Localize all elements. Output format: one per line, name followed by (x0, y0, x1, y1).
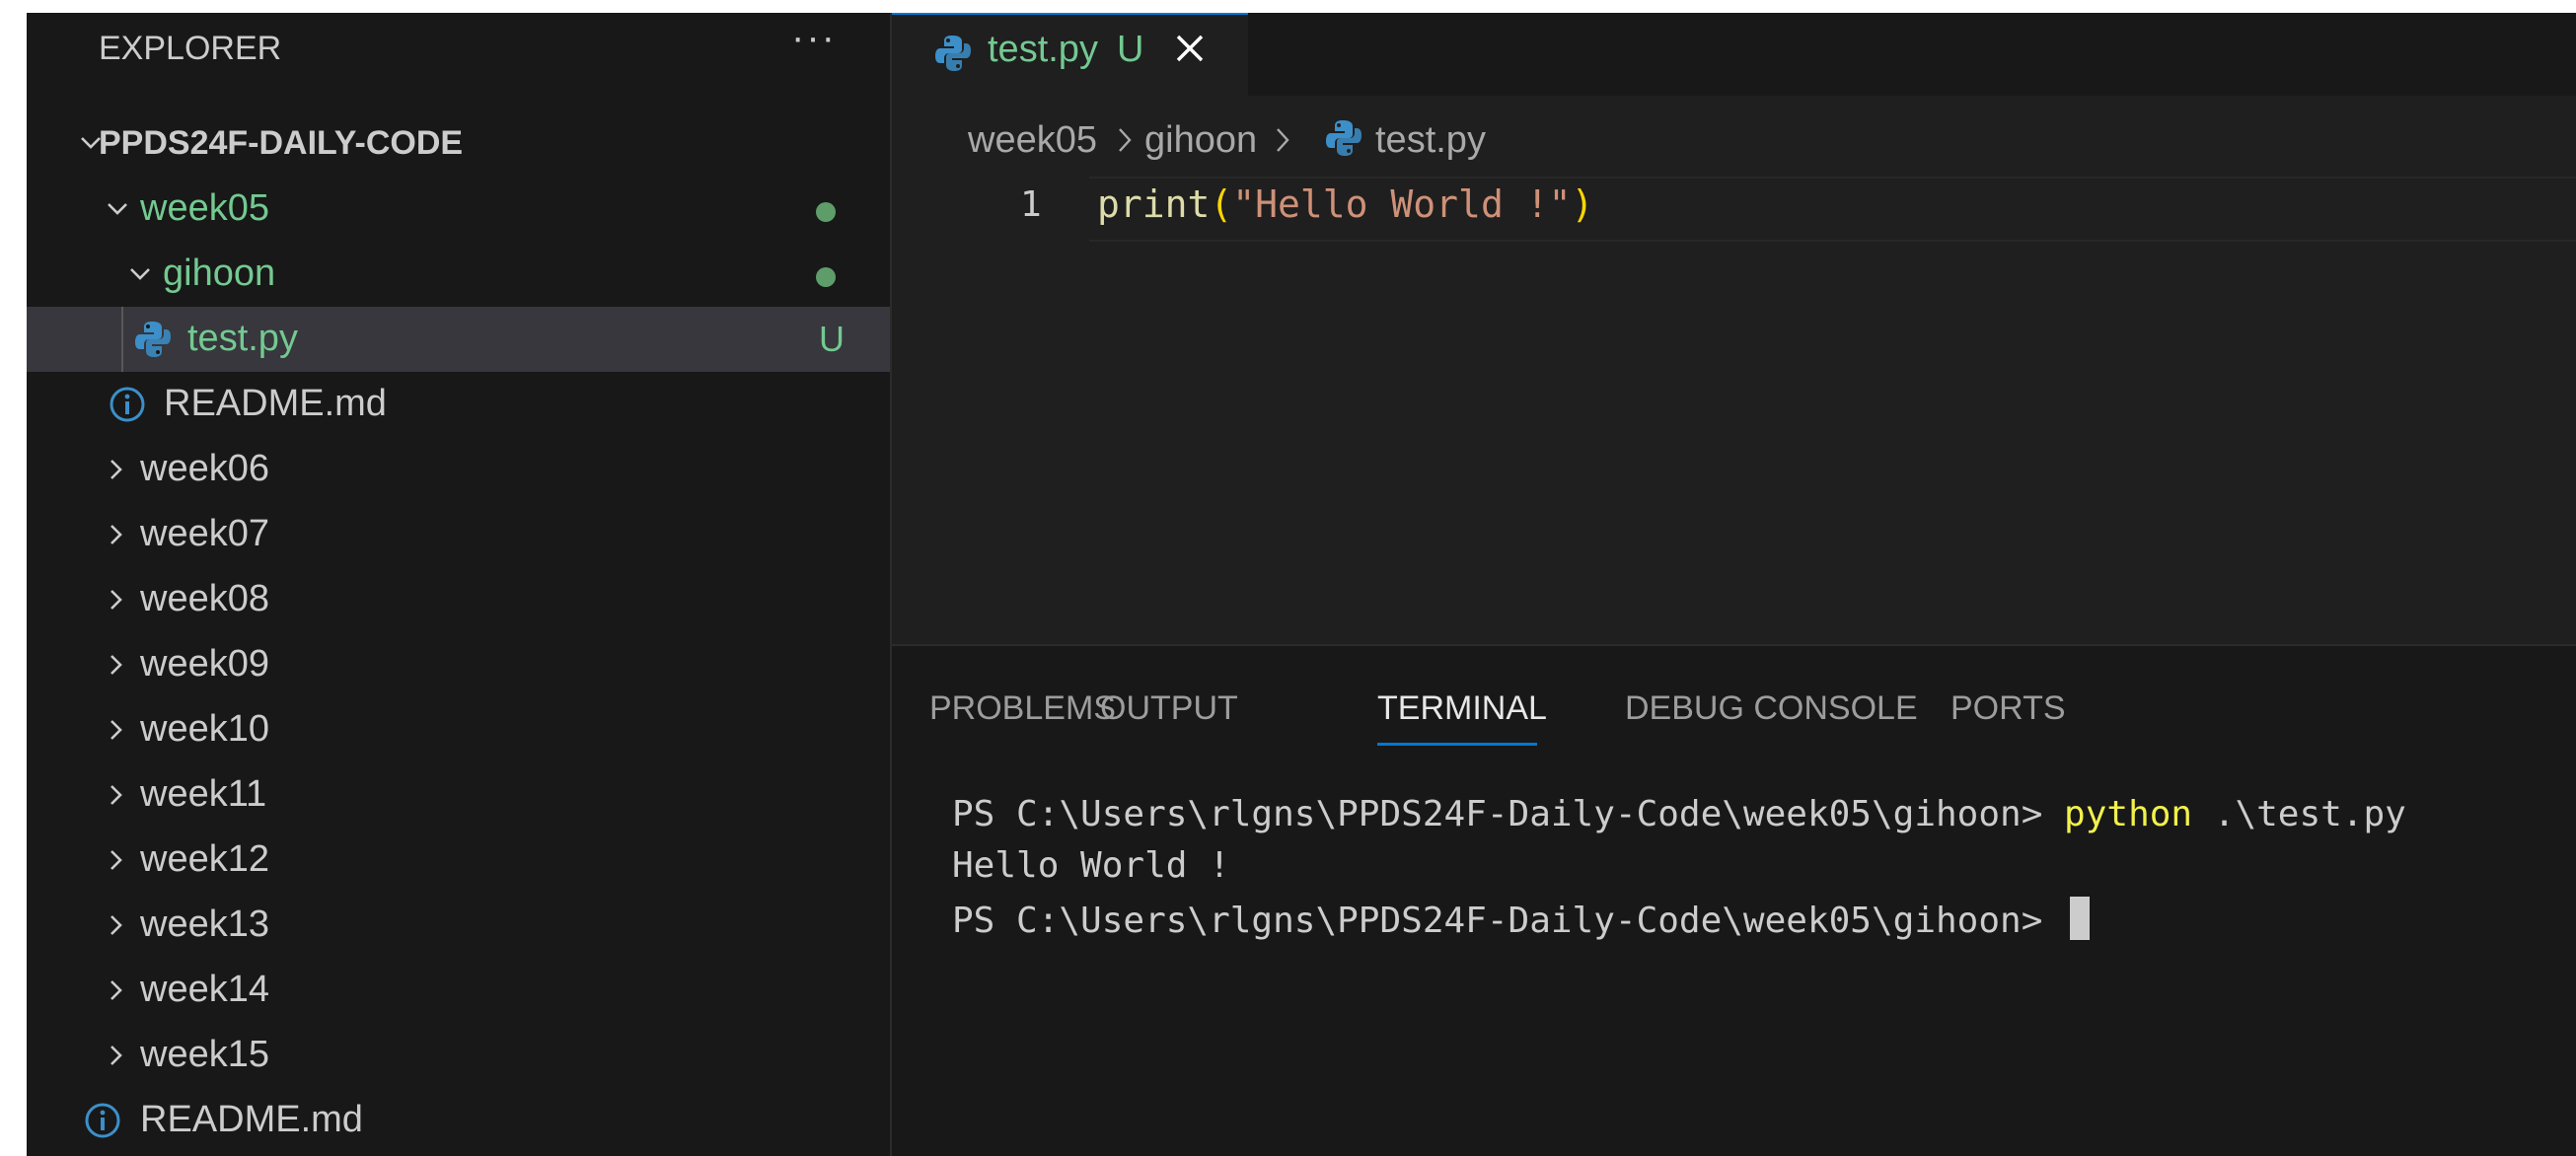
tree-item-label: week07 (140, 513, 269, 554)
tree-item-week06[interactable]: week06 (27, 437, 890, 502)
tree-item-test-py[interactable]: test.py U (27, 307, 890, 372)
editor-group: test.py U week05 gihoon test.py 1 print(… (892, 13, 2576, 644)
indent-guide (121, 307, 123, 372)
chevron-right-icon (96, 762, 135, 828)
tab-output[interactable]: OUTPUT (1100, 689, 1238, 728)
terminal-line[interactable]: PS C:\Users\rlgns\PPDS24F-Daily-Code\wee… (952, 897, 2091, 941)
code-token-paren: ) (1571, 182, 1594, 226)
terminal-args: .\test.py (2192, 794, 2406, 834)
tree-item-label: week11 (140, 773, 267, 815)
chevron-right-icon (96, 893, 135, 958)
close-icon[interactable] (1168, 27, 1212, 70)
chevron-right-icon (1270, 123, 1295, 157)
chevron-down-icon (98, 177, 137, 242)
modified-dot-icon (816, 202, 836, 222)
tab-ports[interactable]: PORTS (1950, 689, 2066, 728)
tree-item-label: week15 (140, 1034, 269, 1075)
tree-item-label: gihoon (163, 253, 276, 294)
tree-item-week14[interactable]: week14 (27, 958, 890, 1023)
breadcrumb-item[interactable]: gihoon (1144, 119, 1257, 162)
editor-tabbar: test.py U (892, 13, 2576, 98)
tree-item-label: week10 (140, 708, 269, 750)
modified-dot-icon (816, 267, 836, 287)
explorer-sidebar: EXPLORER ··· PPDS24F-DAILY-CODE week05 g… (27, 13, 892, 1156)
tree-item-label: README.md (140, 1099, 363, 1140)
tree-item-label: week05 (140, 187, 269, 229)
python-file-icon (133, 319, 173, 360)
chevron-right-icon (96, 1023, 135, 1088)
chevron-right-icon (96, 697, 135, 762)
code-token-string: "Hello World !" (1232, 182, 1572, 226)
chevron-right-icon (96, 502, 135, 567)
tree-item-gihoon[interactable]: gihoon (27, 242, 890, 307)
tab-problems[interactable]: PROBLEMS (929, 689, 1116, 728)
tree-item-readme-root[interactable]: README.md (27, 1088, 890, 1153)
terminal-command: python (2064, 794, 2193, 834)
tree-item-label: week13 (140, 903, 269, 945)
info-icon (108, 384, 147, 425)
workspace-root-label: PPDS24F-DAILY-CODE (99, 124, 464, 162)
tree-item-label: test.py (187, 318, 298, 359)
explorer-title: EXPLORER (99, 30, 282, 67)
workspace-root[interactable]: PPDS24F-DAILY-CODE (27, 110, 890, 176)
tree-item-week15[interactable]: week15 (27, 1023, 890, 1088)
explorer-header: EXPLORER ··· (27, 13, 890, 82)
code-editor[interactable]: 1 print("Hello World !") (892, 169, 2576, 642)
chevron-right-icon (96, 437, 135, 502)
python-file-icon (1324, 117, 1363, 159)
tree-item-week12[interactable]: week12 (27, 828, 890, 893)
terminal-line: PS C:\Users\rlgns\PPDS24F-Daily-Code\wee… (952, 794, 2406, 834)
info-icon (83, 1100, 122, 1141)
active-tab-indicator (1377, 743, 1537, 746)
chevron-right-icon (1112, 123, 1138, 157)
terminal-prompt: PS C:\Users\rlgns\PPDS24F-Daily-Code\wee… (952, 794, 2065, 834)
tree-item-week08[interactable]: week08 (27, 567, 890, 632)
tree-item-label: week12 (140, 838, 269, 880)
tab-label: test.py (988, 29, 1098, 70)
tree-item-week10[interactable]: week10 (27, 697, 890, 762)
tree-item-readme-week05[interactable]: README.md (27, 372, 890, 437)
untracked-badge: U (819, 319, 845, 359)
line-number: 1 (1020, 184, 1042, 225)
chevron-down-icon (120, 242, 160, 307)
chevron-right-icon (96, 632, 135, 697)
more-actions-icon[interactable]: ··· (791, 18, 850, 68)
chevron-right-icon (96, 958, 135, 1023)
python-file-icon (933, 33, 973, 74)
terminal-output: Hello World ! (952, 845, 1230, 886)
tree-item-label: week06 (140, 448, 269, 489)
chevron-right-icon (96, 828, 135, 893)
tree-item-week09[interactable]: week09 (27, 632, 890, 697)
tab-terminal[interactable]: TERMINAL (1377, 689, 1547, 728)
tree-item-week07[interactable]: week07 (27, 502, 890, 567)
tree-item-label: README.md (164, 383, 387, 424)
terminal-prompt: PS C:\Users\rlgns\PPDS24F-Daily-Code\wee… (952, 901, 2065, 941)
breadcrumb-item[interactable]: week05 (968, 119, 1097, 162)
breadcrumb-item[interactable]: test.py (1375, 119, 1486, 162)
tab-untracked-badge: U (1117, 29, 1144, 70)
tree-item-label: week08 (140, 578, 269, 619)
chevron-right-icon (96, 567, 135, 632)
code-line[interactable]: print("Hello World !") (1097, 182, 1593, 226)
terminal-cursor (2070, 897, 2091, 940)
tree-item-label: week14 (140, 969, 269, 1010)
editor-tab-test-py[interactable]: test.py U (892, 13, 1248, 98)
tree-item-week11[interactable]: week11 (27, 762, 890, 828)
tree-item-week13[interactable]: week13 (27, 893, 890, 958)
tree-item-label: week09 (140, 643, 269, 685)
code-token-paren: ( (1210, 182, 1233, 226)
code-token-function: print (1097, 182, 1211, 226)
bottom-panel: PROBLEMS OUTPUT TERMINAL DEBUG CONSOLE P… (892, 644, 2576, 1156)
tree-item-week05[interactable]: week05 (27, 177, 890, 242)
breadcrumb: week05 gihoon test.py (892, 109, 2576, 163)
tab-debug-console[interactable]: DEBUG CONSOLE (1625, 689, 1918, 728)
vscode-window: EXPLORER ··· PPDS24F-DAILY-CODE week05 g… (27, 13, 2576, 1156)
